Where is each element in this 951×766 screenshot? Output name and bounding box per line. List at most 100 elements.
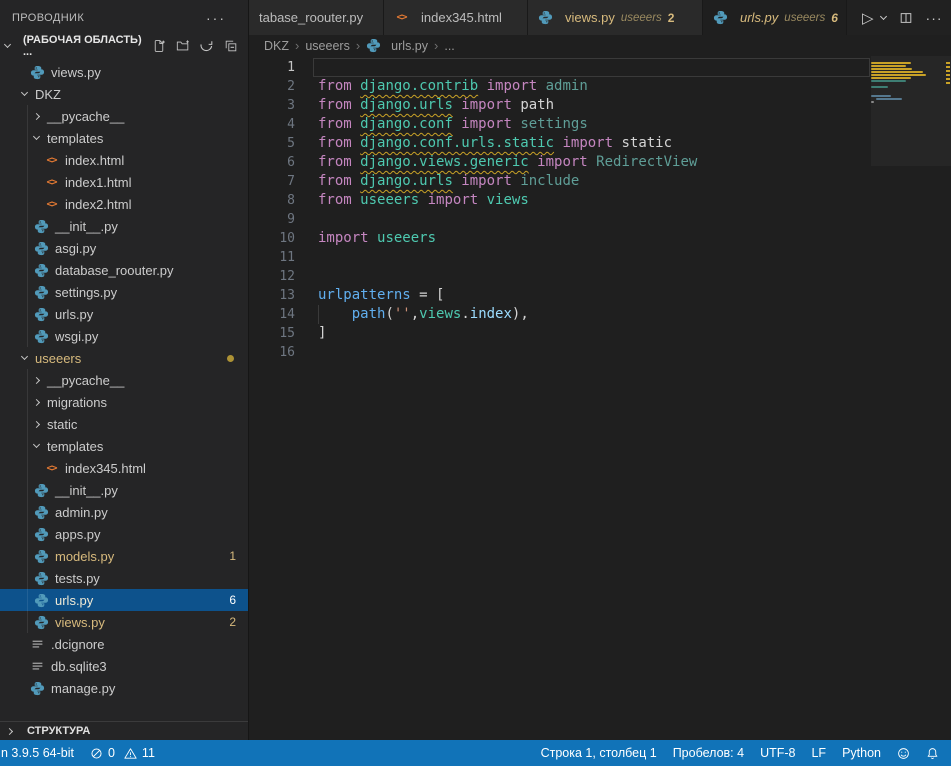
tree-item-urls.py[interactable]: urls.py6 xyxy=(0,589,248,611)
code-line-2[interactable]: 2from django.contrib import admin xyxy=(249,77,951,96)
code-line-4[interactable]: 4from django.conf import settings xyxy=(249,115,951,134)
line-number[interactable]: 8 xyxy=(249,191,295,210)
tree-item-settings.py[interactable]: settings.py xyxy=(0,281,248,303)
outline-section-header[interactable]: СТРУКТУРА xyxy=(0,721,248,740)
line-number[interactable]: 1 xyxy=(249,58,295,77)
line-number[interactable]: 5 xyxy=(249,134,295,153)
tree-item-index345.html[interactable]: <>index345.html xyxy=(0,457,248,479)
tree-item-static[interactable]: static xyxy=(0,413,248,435)
workspace-section-header[interactable]: (РАБОЧАЯ ОБЛАСТЬ) ... xyxy=(0,35,248,57)
more-actions-icon[interactable]: ··· xyxy=(926,10,943,26)
tree-item-__pycache__[interactable]: __pycache__ xyxy=(0,105,248,127)
status-language[interactable]: Python xyxy=(834,740,889,766)
line-number[interactable]: 7 xyxy=(249,172,295,191)
status-notifications[interactable] xyxy=(918,740,947,766)
line-number[interactable]: 6 xyxy=(249,153,295,172)
refresh-icon[interactable] xyxy=(200,39,214,53)
status-encoding[interactable]: UTF-8 xyxy=(752,740,803,766)
tree-item-.dcignore[interactable]: .dcignore xyxy=(0,633,248,655)
line-number[interactable]: 11 xyxy=(249,248,295,267)
tree-item-database_roouter.py[interactable]: database_roouter.py xyxy=(0,259,248,281)
minimap[interactable] xyxy=(871,59,943,107)
status-cursor-position[interactable]: Строка 1, столбец 1 xyxy=(533,740,665,766)
file-icon xyxy=(30,659,45,674)
code-line-9[interactable]: 9 xyxy=(249,210,951,229)
line-number[interactable]: 9 xyxy=(249,210,295,229)
collapse-all-icon[interactable] xyxy=(224,39,238,53)
tree-item-views.py[interactable]: views.py2 xyxy=(0,611,248,633)
tree-item-tests.py[interactable]: tests.py xyxy=(0,567,248,589)
warning-mark xyxy=(946,74,950,76)
line-number[interactable]: 13 xyxy=(249,286,295,305)
line-number[interactable]: 15 xyxy=(249,324,295,343)
code-line-6[interactable]: 6from django.views.generic import Redire… xyxy=(249,153,951,172)
tree-item-__init__.py[interactable]: __init__.py xyxy=(0,215,248,237)
tree-item-migrations[interactable]: migrations xyxy=(0,391,248,413)
html-icon: <> xyxy=(44,175,59,190)
tree-item-index.html[interactable]: <>index.html xyxy=(0,149,248,171)
breadcrumb-item-useeers[interactable]: useeers xyxy=(305,39,349,53)
status-eol[interactable]: LF xyxy=(803,740,834,766)
code-line-13[interactable]: 13urlpatterns = [ xyxy=(249,286,951,305)
code-line-10[interactable]: 10import useeers xyxy=(249,229,951,248)
status-feedback[interactable] xyxy=(889,740,918,766)
tree-item-index2.html[interactable]: <>index2.html xyxy=(0,193,248,215)
code-line-5[interactable]: 5from django.conf.urls.static import sta… xyxy=(249,134,951,153)
tree-item-apps.py[interactable]: apps.py xyxy=(0,523,248,545)
indent-guide xyxy=(27,501,28,523)
tree-item-admin.py[interactable]: admin.py xyxy=(0,501,248,523)
tree-item-asgi.py[interactable]: asgi.py xyxy=(0,237,248,259)
breadcrumb-item-urls.py[interactable]: urls.py xyxy=(366,38,428,53)
tree-item-templates[interactable]: templates xyxy=(0,127,248,149)
new-folder-icon[interactable] xyxy=(176,39,190,53)
tree-item-index1.html[interactable]: <>index1.html xyxy=(0,171,248,193)
line-number[interactable]: 4 xyxy=(249,115,295,134)
python-icon xyxy=(34,527,49,542)
code-editor[interactable]: 12from django.contrib import admin3from … xyxy=(249,56,951,740)
code-line-3[interactable]: 3from django.urls import path xyxy=(249,96,951,115)
run-button[interactable]: ▷ xyxy=(862,9,874,27)
line-number[interactable]: 3 xyxy=(249,96,295,115)
code-line-12[interactable]: 12 xyxy=(249,267,951,286)
explorer-more-actions-icon[interactable]: ··· xyxy=(206,10,226,26)
tree-item-models.py[interactable]: models.py1 xyxy=(0,545,248,567)
new-file-icon[interactable] xyxy=(152,39,166,53)
breadcrumb-item-DKZ[interactable]: DKZ xyxy=(264,39,289,53)
breadcrumb-item-...[interactable]: ... xyxy=(444,39,454,53)
code-line-11[interactable]: 11 xyxy=(249,248,951,267)
tree-item-views.py[interactable]: views.py xyxy=(0,61,248,83)
tree-item-__pycache__[interactable]: __pycache__ xyxy=(0,369,248,391)
tab-urls.py[interactable]: urls.pyuseeers6× xyxy=(703,0,847,35)
tree-item-manage.py[interactable]: manage.py xyxy=(0,677,248,699)
tree-item-__init__.py[interactable]: __init__.py xyxy=(0,479,248,501)
code-lines: 12from django.contrib import admin3from … xyxy=(249,58,951,362)
code-line-1[interactable]: 1 xyxy=(249,58,951,77)
line-number[interactable]: 2 xyxy=(249,77,295,96)
tree-item-templates[interactable]: templates xyxy=(0,435,248,457)
tab-index345.html[interactable]: <>index345.html xyxy=(384,0,528,35)
tree-item-DKZ[interactable]: DKZ xyxy=(0,83,248,105)
tree-item-urls.py[interactable]: urls.py xyxy=(0,303,248,325)
tree-item-label: views.py xyxy=(55,615,105,630)
python-icon xyxy=(713,10,728,25)
status-problems[interactable]: 011 xyxy=(82,740,163,766)
tab-tabase_roouter.py[interactable]: tabase_roouter.py xyxy=(249,0,384,35)
status-python-version[interactable]: n 3.9.5 64-bit xyxy=(0,740,82,766)
code-line-16[interactable]: 16 xyxy=(249,343,951,362)
tree-item-db.sqlite3[interactable]: db.sqlite3 xyxy=(0,655,248,677)
code-line-8[interactable]: 8from useeers import views xyxy=(249,191,951,210)
line-number[interactable]: 12 xyxy=(249,267,295,286)
code-line-15[interactable]: 15] xyxy=(249,324,951,343)
code-line-14[interactable]: 14 path('',views.index), xyxy=(249,305,951,324)
line-number[interactable]: 14 xyxy=(249,305,295,324)
tree-item-useeers[interactable]: useeers xyxy=(0,347,248,369)
run-dropdown-icon[interactable] xyxy=(880,13,887,20)
tab-views.py[interactable]: views.pyuseeers2 xyxy=(528,0,703,35)
split-editor-icon[interactable] xyxy=(899,11,913,25)
indent-guide xyxy=(27,259,28,281)
status-indentation[interactable]: Пробелов: 4 xyxy=(665,740,752,766)
tree-item-wsgi.py[interactable]: wsgi.py xyxy=(0,325,248,347)
line-number[interactable]: 16 xyxy=(249,343,295,362)
code-line-7[interactable]: 7from django.urls import include xyxy=(249,172,951,191)
line-number[interactable]: 10 xyxy=(249,229,295,248)
